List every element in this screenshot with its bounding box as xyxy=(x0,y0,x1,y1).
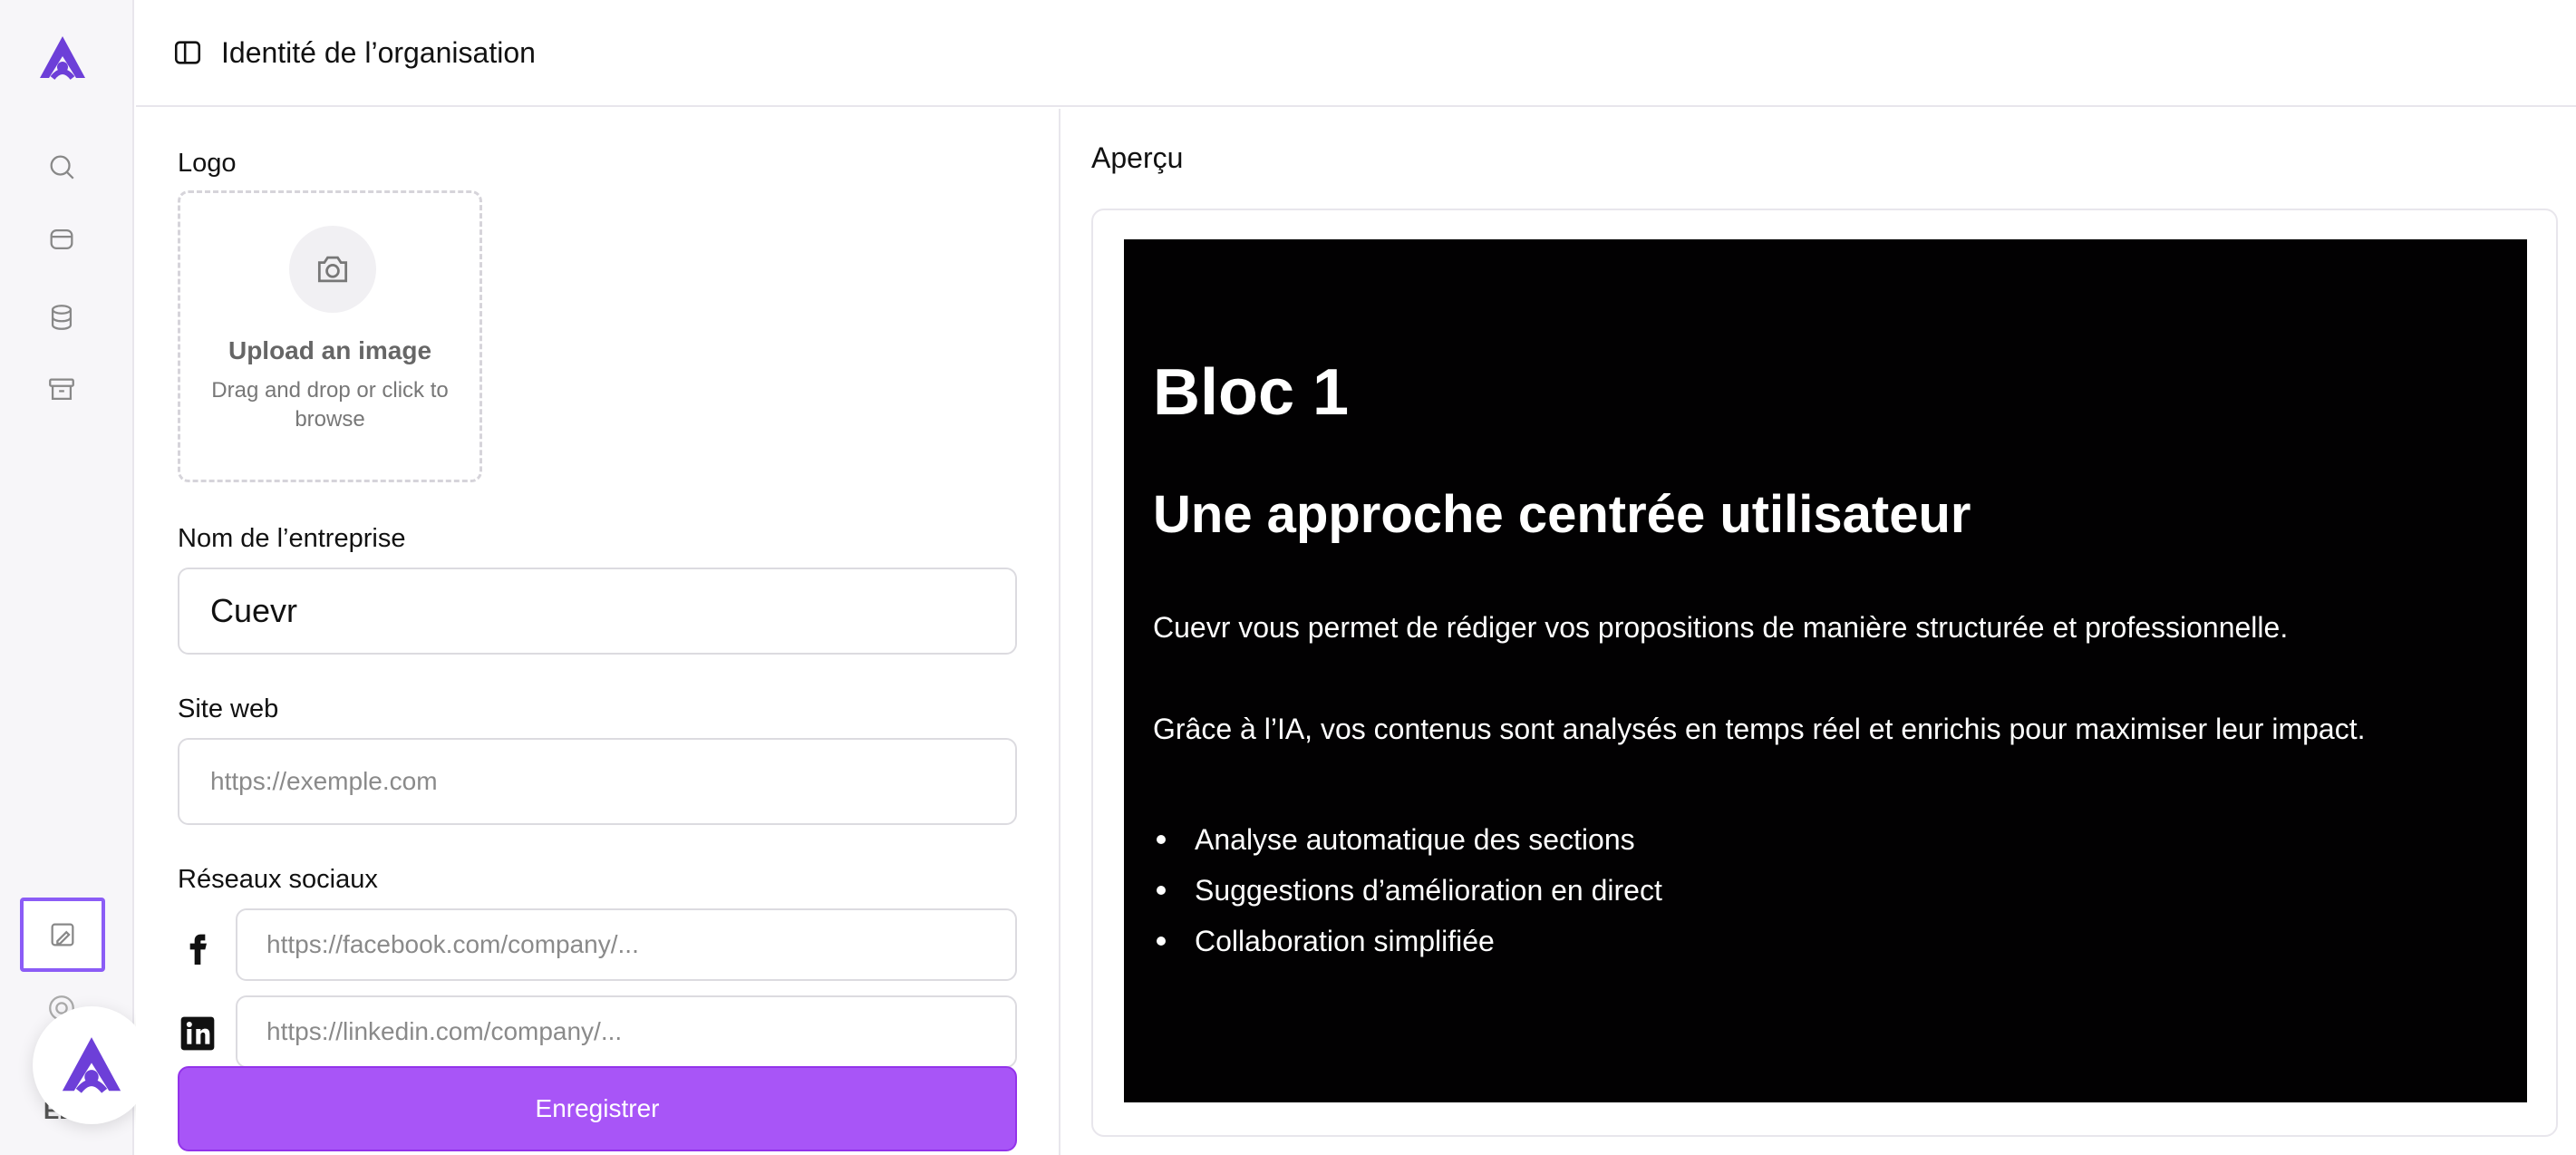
slide-paragraph-2: Grâce à l’IA, vos contenus sont analysés… xyxy=(1153,713,2366,745)
preview-frame: Bloc 1 Une approche centrée utilisateur … xyxy=(1091,209,2558,1137)
save-button[interactable]: Enregistrer xyxy=(178,1066,1017,1151)
slide-heading-1: Bloc 1 xyxy=(1153,356,1350,429)
assistant-logo-icon xyxy=(62,1037,121,1093)
slide-bullet: Suggestions d’amélioration en direct xyxy=(1153,865,1662,916)
archive-icon[interactable] xyxy=(44,372,80,408)
search-icon[interactable] xyxy=(44,149,80,185)
identity-form: Logo Upload an image Drag and drop or cl… xyxy=(136,109,1060,1155)
linkedin-input[interactable]: https://linkedin.com/company/... xyxy=(236,995,1017,1068)
company-name-input[interactable]: Cuevr xyxy=(178,568,1017,655)
slide-bullet: Analyse automatique des sections xyxy=(1153,814,1662,865)
assistant-launcher[interactable] xyxy=(33,1006,150,1124)
slide-bullet: Collaboration simplifiée xyxy=(1153,916,1662,966)
linkedin-placeholder: https://linkedin.com/company/... xyxy=(266,1017,623,1045)
website-placeholder: https://exemple.com xyxy=(210,767,438,795)
facebook-placeholder: https://facebook.com/company/... xyxy=(266,930,639,958)
bullet-dot xyxy=(1157,835,1166,844)
logo-label: Logo xyxy=(178,149,237,178)
preview-panel: Aperçu Bloc 1 Une approche centrée utili… xyxy=(1062,109,2576,1155)
upload-subtitle: Drag and drop or click to browse xyxy=(211,378,449,432)
brush-icon[interactable] xyxy=(20,898,105,972)
bullet-text: Analyse automatique des sections xyxy=(1195,823,1635,856)
linkedin-icon xyxy=(178,1014,218,1053)
facebook-icon xyxy=(178,927,218,966)
bullet-text: Collaboration simplifiée xyxy=(1195,925,1495,957)
bullet-text: Suggestions d’amélioration en direct xyxy=(1195,874,1662,907)
bullet-dot xyxy=(1157,886,1166,895)
social-networks-label: Réseaux sociaux xyxy=(178,865,378,894)
bullet-dot xyxy=(1157,937,1166,946)
database-icon[interactable] xyxy=(44,299,80,335)
linkedin-row: https://linkedin.com/company/... xyxy=(178,995,1017,1070)
facebook-input[interactable]: https://facebook.com/company/... xyxy=(236,908,1017,981)
sidebar: EE xyxy=(0,0,150,1155)
company-name-label: Nom de l’entreprise xyxy=(178,524,406,553)
facebook-row: https://facebook.com/company/... xyxy=(178,908,1017,983)
preview-slide: Bloc 1 Une approche centrée utilisateur … xyxy=(1124,239,2527,1102)
website-input[interactable]: https://exemple.com xyxy=(178,738,1017,825)
page-header: Identité de l’organisation xyxy=(136,0,2576,107)
camera-icon xyxy=(289,226,376,313)
website-label: Site web xyxy=(178,694,279,723)
upload-title: Upload an image xyxy=(228,336,432,364)
sidebar-toggle-icon[interactable] xyxy=(172,37,203,68)
slide-bullet-list: Analyse automatique des sections Suggest… xyxy=(1153,814,1662,966)
slide-heading-2: Une approche centrée utilisateur xyxy=(1153,485,1971,544)
page-title: Identité de l’organisation xyxy=(221,35,536,69)
slide-paragraph-1: Cuevr vous permet de rédiger vos proposi… xyxy=(1153,611,2289,644)
company-name-value: Cuevr xyxy=(210,592,298,629)
inbox-icon[interactable] xyxy=(44,221,80,257)
logo-upload-dropzone[interactable]: Upload an image Drag and drop or click t… xyxy=(178,190,482,482)
preview-label: Aperçu xyxy=(1091,141,1184,174)
app-logo[interactable] xyxy=(34,33,91,83)
